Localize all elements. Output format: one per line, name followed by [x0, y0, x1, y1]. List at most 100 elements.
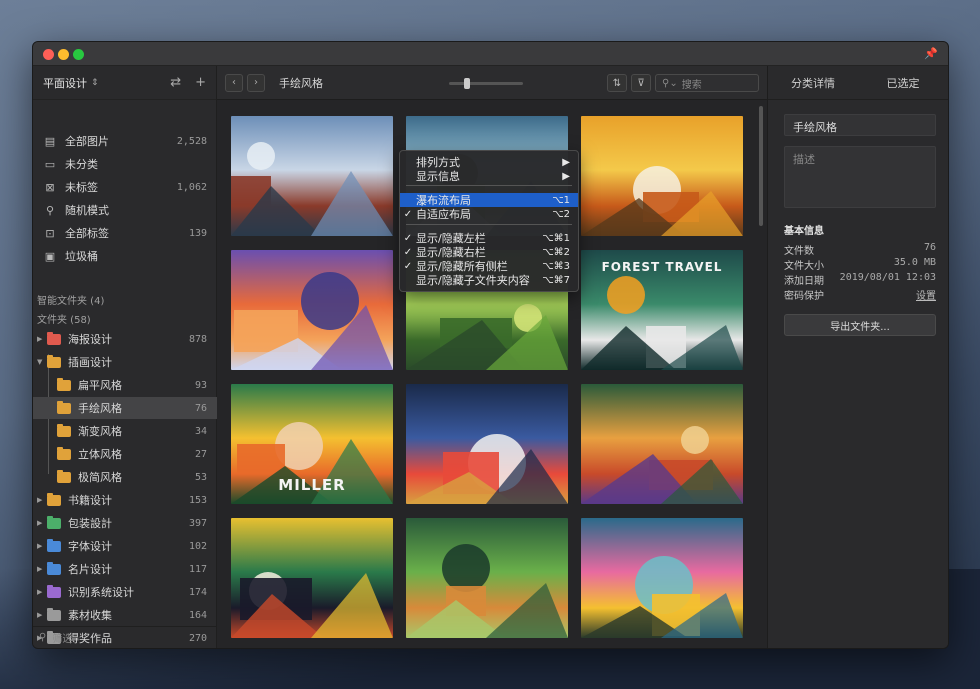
menu-item-shortcut: ⌥⌘3	[542, 260, 570, 272]
folder-item[interactable]: 渐变风格 34	[33, 420, 217, 442]
sidebar-item[interactable]: ⊠ 未标签 1,062	[33, 176, 217, 198]
folder-item[interactable]: ▶ 素材收集 164	[33, 604, 217, 626]
menu-item[interactable]: 瀑布流布局 ⌥1	[400, 193, 578, 207]
folder-item[interactable]: ▼ 插画设计	[33, 351, 217, 373]
folder-count: 27	[194, 448, 207, 460]
export-folder-button[interactable]: 导出文件夹...	[784, 314, 936, 336]
thumbnail-flower-garden[interactable]	[581, 518, 743, 638]
folder-icon	[47, 492, 61, 506]
folder-item[interactable]: 立体风格 27	[33, 443, 217, 465]
menu-item-shortcut: ⌥⌘1	[542, 232, 570, 244]
folder-item[interactable]: ▶ 字体设计 102	[33, 535, 217, 557]
add-icon[interactable]: +	[195, 75, 206, 90]
back-button[interactable]: ‹	[225, 73, 243, 92]
forward-button[interactable]: ›	[247, 73, 265, 92]
sidebar-item-label: 垃圾桶	[65, 250, 98, 263]
folder-item[interactable]: 手绘风格 76	[33, 397, 217, 419]
folder-count: 878	[188, 333, 207, 345]
folder-item[interactable]: ▶ 识别系统设计 174	[33, 581, 217, 603]
sidebar-item-label: 未分类	[65, 158, 98, 171]
info-value: 2019/08/01 12:03	[839, 272, 936, 283]
search-input[interactable]: ⚲⌄ 搜索	[655, 74, 759, 92]
info-row: 添加日期 2019/08/01 12:03	[784, 272, 936, 287]
password-row: 密码保护 设置	[784, 287, 936, 302]
thumbnail-flower-girl[interactable]: MILLER	[231, 384, 393, 504]
sidebar-item[interactable]: ▤ 全部图片 2,528	[33, 130, 217, 152]
thumbnail-forest-travel[interactable]: FOREST TRAVEL	[581, 250, 743, 370]
menu-item[interactable]: 排列方式 ▶	[400, 155, 578, 169]
zoom-slider[interactable]	[449, 78, 523, 89]
chevron-right-icon[interactable]: ▶	[37, 611, 45, 619]
thumbnail-orange-van[interactable]	[231, 250, 393, 370]
zoom-slider-knob[interactable]	[463, 78, 470, 89]
filter-input[interactable]: 筛选	[52, 630, 72, 645]
inspector-panel: 分类详情 已选定 手绘风格 描述 基本信息 文件数 76 文件大小 35.0 MB …	[767, 66, 948, 648]
folder-label: 海报设计	[68, 333, 112, 346]
app-window: 📌 平面设计 ⇕ ⇄ + ▤ 全部图片 2,528 ▭ 未分类 ⊠ 未标签 1,0…	[32, 41, 949, 649]
folder-count: 102	[188, 540, 207, 552]
menu-item-shortcut: ▶	[562, 156, 570, 168]
folder-icon	[57, 446, 71, 460]
folders-header[interactable]: 文件夹 (58)	[37, 311, 91, 326]
sidebar-item-count: 1,062	[176, 181, 207, 193]
tags-icon: ⊡	[45, 226, 55, 240]
thumbnail-cabin-snow[interactable]	[231, 116, 393, 236]
filter-bar[interactable]: ⚲ 筛选	[33, 626, 217, 648]
untagged-icon: ⊠	[45, 180, 55, 194]
folder-item[interactable]: 极简风格 53	[33, 466, 217, 488]
folder-item[interactable]: ▶ 包装設計 397	[33, 512, 217, 534]
sort-button[interactable]: ⇅	[607, 74, 627, 92]
library-title[interactable]: 平面设计	[43, 75, 87, 91]
thumbnail-winter-girl[interactable]	[406, 384, 568, 504]
chevron-right-icon[interactable]: ▶	[37, 565, 45, 573]
folder-count: 164	[188, 609, 207, 621]
smart-folders-header[interactable]: 智能文件夹 (4)	[37, 292, 104, 307]
thumbnail-art	[581, 556, 743, 638]
menu-item[interactable]: ✓ 显示/隐藏所有侧栏 ⌥⌘3	[400, 259, 578, 273]
sidebar-item[interactable]: ▣ 垃圾桶	[33, 245, 217, 267]
scrollbar[interactable]	[759, 106, 763, 226]
library-switcher[interactable]: 平面设计 ⇕ ⇄ +	[33, 66, 216, 100]
menu-item[interactable]: 显示/隐藏子文件夹内容 ⌥⌘7	[400, 273, 578, 287]
filter-button[interactable]: ⊽	[631, 74, 651, 92]
folder-label: 手绘风格	[78, 402, 122, 415]
title-bar: 📌	[33, 42, 948, 66]
pin-icon[interactable]: 📌	[924, 47, 938, 60]
description-field[interactable]: 描述	[784, 146, 936, 208]
folder-item[interactable]: ▶ 海报设计 878	[33, 328, 217, 350]
menu-item[interactable]: ✓ 自适应布局 ⌥2	[400, 207, 578, 221]
checkmark-icon: ✓	[403, 246, 413, 258]
sidebar-item[interactable]: ⊡ 全部标签 139	[33, 222, 217, 244]
close-button[interactable]	[43, 49, 54, 60]
folder-icon	[47, 354, 61, 368]
chevron-right-icon[interactable]: ▶	[37, 519, 45, 527]
thumbnail-crowd[interactable]	[581, 384, 743, 504]
toolbar: ‹ › 手绘风格 ⇅ ⊽ ⚲⌄ 搜索	[217, 66, 767, 100]
chevron-right-icon[interactable]: ▶	[37, 496, 45, 504]
thumbnail-jungle-cat[interactable]	[231, 518, 393, 638]
checkmark-icon: ✓	[403, 208, 413, 220]
folder-item[interactable]: 扁平风格 93	[33, 374, 217, 396]
folder-icon	[47, 561, 61, 575]
password-setup-link[interactable]: 设置	[916, 287, 936, 302]
sync-icon[interactable]: ⇄	[170, 75, 181, 90]
chevron-right-icon[interactable]: ▶	[37, 335, 45, 343]
menu-item[interactable]: ✓ 显示/隐藏左栏 ⌥⌘1	[400, 231, 578, 245]
chevron-right-icon[interactable]: ▶	[37, 542, 45, 550]
thumbnail-deer-forest[interactable]	[406, 518, 568, 638]
menu-item[interactable]: 显示信息 ▶	[400, 169, 578, 183]
tab-details[interactable]: 分类详情	[768, 75, 858, 91]
folder-item[interactable]: ▶ 名片设计 117	[33, 558, 217, 580]
chevron-right-icon[interactable]: ▶	[37, 588, 45, 596]
folder-item[interactable]: ▶ 书籍设计 153	[33, 489, 217, 511]
thumbnail-autumn-church[interactable]	[581, 116, 743, 236]
sidebar-item[interactable]: ▭ 未分类	[33, 153, 217, 175]
folder-name-field[interactable]: 手绘风格	[784, 114, 936, 136]
chevron-down-icon[interactable]: ▼	[37, 358, 45, 366]
thumbnail-art	[406, 434, 568, 504]
tab-selected[interactable]: 已选定	[858, 75, 948, 91]
zoom-button[interactable]	[73, 49, 84, 60]
sidebar-item[interactable]: ⚲ 随机模式	[33, 199, 217, 221]
minimize-button[interactable]	[58, 49, 69, 60]
menu-item[interactable]: ✓ 显示/隐藏右栏 ⌥⌘2	[400, 245, 578, 259]
